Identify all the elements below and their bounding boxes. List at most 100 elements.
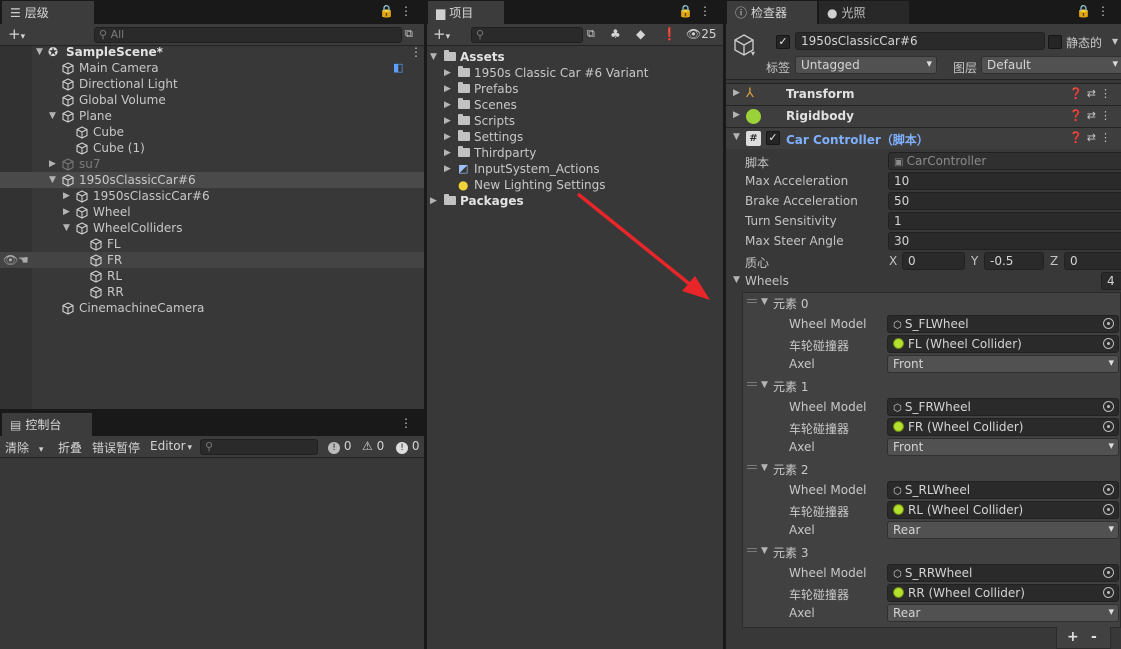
- expand-arrow-icon[interactable]: ▼: [430, 49, 437, 65]
- script-field[interactable]: ▣ CarController: [888, 152, 1121, 170]
- visibility-eye-icon[interactable]: 👁: [3, 252, 18, 268]
- tab-hierarchy[interactable]: ☰ 层级: [2, 1, 94, 24]
- tab-project[interactable]: ▆ 项目: [428, 1, 504, 24]
- project-asset[interactable]: ▶ ◩ InputSystem_Actions: [427, 161, 723, 177]
- wheel-collider-field[interactable]: RR (Wheel Collider): [887, 584, 1119, 602]
- hierarchy-tab-controls[interactable]: 🔒⋮: [379, 4, 418, 18]
- expand-arrow-icon[interactable]: ▼: [63, 220, 70, 236]
- expand-arrow-icon[interactable]: ▶: [444, 129, 451, 145]
- tag-dropdown[interactable]: Untagged: [795, 56, 937, 74]
- hierarchy-search-input[interactable]: ⚲ All: [94, 27, 402, 43]
- wheels-row[interactable]: ▼ Wheels 4: [726, 271, 1121, 291]
- active-checkbox[interactable]: ✓: [776, 35, 790, 49]
- hierarchy-item[interactable]: RR: [0, 284, 424, 300]
- wheel-collider-field[interactable]: FR (Wheel Collider): [887, 418, 1119, 436]
- drag-handle-icon[interactable]: [747, 548, 757, 552]
- hierarchy-item[interactable]: Main Camera ◧: [0, 60, 424, 76]
- object-picker-icon[interactable]: [1103, 421, 1114, 432]
- hierarchy-item[interactable]: ▼ 1950sClassicCar#6: [0, 172, 424, 188]
- component-controls[interactable]: ❓⇄⋮: [1069, 109, 1115, 122]
- console-search-input[interactable]: ⚲: [200, 439, 318, 455]
- drag-handle-icon[interactable]: [747, 382, 757, 386]
- expand-arrow-icon[interactable]: ▶: [430, 193, 437, 209]
- hierarchy-item[interactable]: ▶ 1950sClassicCar#6: [0, 188, 424, 204]
- car-controller-header[interactable]: ▼ # ✓ Car Controller（脚本） ❓⇄⋮: [726, 127, 1121, 149]
- info-toggle[interactable]: ! 0: [328, 439, 351, 454]
- expand-arrow-icon[interactable]: ▶: [444, 81, 451, 97]
- property-value-field[interactable]: 30: [888, 232, 1121, 250]
- create-asset-button[interactable]: +▾: [433, 25, 450, 43]
- hierarchy-item[interactable]: FL: [0, 236, 424, 252]
- collapse-arrow-icon[interactable]: ▼: [761, 546, 768, 556]
- axel-dropdown[interactable]: Rear: [887, 604, 1119, 622]
- create-button[interactable]: +▾: [8, 25, 25, 43]
- expand-arrow-icon[interactable]: ▼: [49, 172, 56, 188]
- pickable-hand-icon[interactable]: ☚: [18, 252, 29, 268]
- object-picker-icon[interactable]: [1103, 567, 1114, 578]
- wheel-model-field[interactable]: ⬡ S_RLWheel: [887, 481, 1119, 499]
- collapse-arrow-icon[interactable]: ▼: [761, 463, 768, 473]
- hierarchy-item[interactable]: ▶ Wheel: [0, 204, 424, 220]
- tab-console[interactable]: ▤ 控制台: [2, 413, 92, 436]
- wheel-collider-field[interactable]: RL (Wheel Collider): [887, 501, 1119, 519]
- project-folder[interactable]: ▶ Thirdparty: [427, 145, 723, 161]
- expand-arrow-icon[interactable]: ▶: [444, 161, 451, 177]
- project-folder[interactable]: ▶ Settings: [427, 129, 723, 145]
- wheel-model-field[interactable]: ⬡ S_FLWheel: [887, 315, 1119, 333]
- expand-arrow-icon[interactable]: ▶: [444, 65, 451, 81]
- collapse-button[interactable]: 折叠: [58, 439, 82, 456]
- collapse-arrow-icon[interactable]: ▼: [733, 275, 740, 285]
- project-folder[interactable]: ▶ Scenes: [427, 97, 723, 113]
- expand-arrow-icon[interactable]: ▼: [36, 44, 43, 60]
- axel-dropdown[interactable]: Rear: [887, 521, 1119, 539]
- label-icon[interactable]: ◆: [636, 27, 645, 41]
- tab-lighting[interactable]: ● 光照: [819, 1, 909, 24]
- tab-inspector[interactable]: ⓘ 检查器: [727, 1, 817, 24]
- filter-type-icon[interactable]: ♣: [610, 27, 621, 41]
- drag-handle-icon[interactable]: [747, 465, 757, 469]
- object-picker-icon[interactable]: [1103, 338, 1114, 349]
- remove-element-button[interactable]: -: [1091, 629, 1097, 645]
- scene-row[interactable]: ▼ ✪ SampleScene* ⋮: [0, 44, 424, 60]
- property-value-field[interactable]: 50: [888, 192, 1121, 210]
- project-assets-folder[interactable]: ▼ Assets: [427, 49, 723, 65]
- clear-button[interactable]: 清除 ▾: [5, 439, 43, 456]
- com-y-field[interactable]: -0.5: [984, 252, 1044, 270]
- expand-arrow-icon[interactable]: ▶: [733, 110, 740, 120]
- scene-menu-icon[interactable]: ⋮: [410, 44, 422, 60]
- wheel-model-field[interactable]: ⬡ S_RRWheel: [887, 564, 1119, 582]
- drag-handle-icon[interactable]: [747, 299, 757, 303]
- add-element-button[interactable]: +: [1067, 629, 1079, 645]
- project-search-input[interactable]: ⚲: [471, 27, 583, 43]
- icon-dropdown-icon[interactable]: ▾: [751, 49, 755, 58]
- expand-arrow-icon[interactable]: ▶: [63, 204, 70, 220]
- hierarchy-item[interactable]: CinemachineCamera: [0, 300, 424, 316]
- hierarchy-item[interactable]: ▶ su7: [0, 156, 424, 172]
- component-enabled-checkbox[interactable]: ✓: [766, 131, 780, 145]
- component-controls[interactable]: ❓⇄⋮: [1069, 87, 1115, 100]
- property-value-field[interactable]: 1: [888, 212, 1121, 230]
- editor-dropdown[interactable]: Editor ▾: [150, 439, 192, 453]
- hidden-packages-toggle[interactable]: 👁25: [686, 27, 717, 41]
- hierarchy-item[interactable]: Cube (1): [0, 140, 424, 156]
- object-picker-icon[interactable]: [1103, 318, 1114, 329]
- expand-arrow-icon[interactable]: ▶: [49, 156, 56, 172]
- project-folder[interactable]: ▶ Scripts: [427, 113, 723, 129]
- project-folder[interactable]: ▶ Prefabs: [427, 81, 723, 97]
- component-controls[interactable]: ❓⇄⋮: [1069, 131, 1115, 144]
- expand-arrow-icon[interactable]: ▶: [444, 113, 451, 129]
- wheel-model-field[interactable]: ⬡ S_FRWheel: [887, 398, 1119, 416]
- property-value-field[interactable]: 10: [888, 172, 1121, 190]
- expand-arrow-icon[interactable]: ▶: [733, 88, 740, 98]
- expand-arrow-icon[interactable]: ▼: [49, 108, 56, 124]
- com-z-field[interactable]: 0: [1064, 252, 1121, 270]
- hierarchy-item[interactable]: Directional Light: [0, 76, 424, 92]
- static-checkbox[interactable]: [1048, 35, 1062, 49]
- hierarchy-item[interactable]: RL: [0, 268, 424, 284]
- project-packages-folder[interactable]: ▶ Packages: [427, 193, 723, 209]
- project-asset[interactable]: ● New Lighting Settings: [427, 177, 723, 193]
- wheel-collider-field[interactable]: FL (Wheel Collider): [887, 335, 1119, 353]
- hierarchy-item[interactable]: ▼ Plane: [0, 108, 424, 124]
- error-toggle[interactable]: ! 0: [396, 439, 419, 454]
- transform-header[interactable]: ▶ ⅄ Transform ❓⇄⋮: [726, 83, 1121, 105]
